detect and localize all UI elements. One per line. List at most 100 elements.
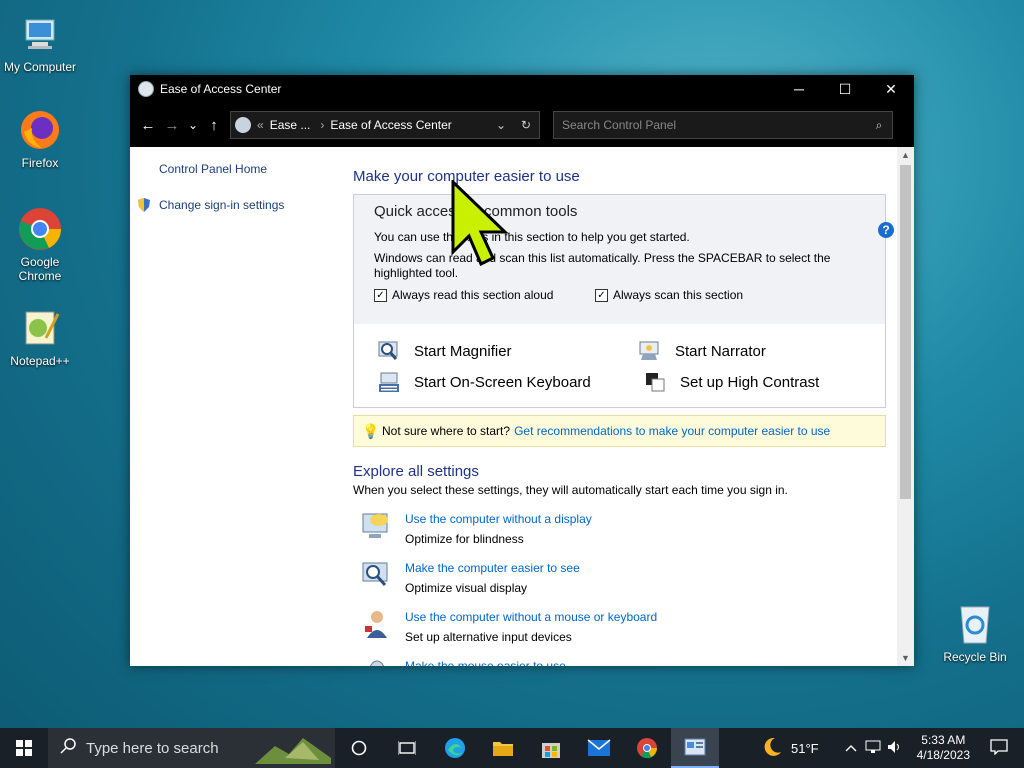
desktop-icon-recycle-bin[interactable]: Recycle Bin bbox=[935, 600, 1015, 664]
start-onscreen-keyboard-button[interactable]: Start On-Screen Keyboard bbox=[378, 371, 591, 393]
notifications-icon[interactable] bbox=[990, 738, 1008, 758]
control-panel-home-link[interactable]: Control Panel Home bbox=[159, 162, 267, 176]
magnifier-icon bbox=[378, 340, 400, 362]
start-button[interactable] bbox=[0, 728, 48, 768]
easier-to-see-link[interactable]: Make the computer easier to see bbox=[405, 559, 580, 577]
breadcrumb-ease[interactable]: Ease ... bbox=[270, 118, 311, 132]
recommendations-tip: 💡 Not sure where to start? Get recommend… bbox=[353, 415, 886, 447]
forward-button[interactable]: → bbox=[160, 111, 184, 139]
tool-label: Start Narrator bbox=[675, 342, 766, 360]
search-highlight-icon bbox=[255, 732, 331, 768]
scroll-down-arrow[interactable]: ▼ bbox=[897, 650, 914, 666]
get-recommendations-link[interactable]: Get recommendations to make your compute… bbox=[514, 424, 830, 438]
weather-temperature[interactable]: 51°F bbox=[791, 741, 819, 756]
chevron-up-icon[interactable] bbox=[845, 741, 857, 755]
taskbar: Type here to search 51°F 5:33 AM 4/18/20… bbox=[0, 728, 1024, 768]
desktop-icon-my-computer[interactable]: My Computer bbox=[0, 10, 80, 74]
monitor-magnifier-icon bbox=[361, 559, 393, 591]
setting-mouse-easier: Make the mouse easier to use bbox=[361, 657, 566, 666]
back-button[interactable]: ← bbox=[136, 111, 160, 139]
taskbar-edge[interactable] bbox=[431, 728, 479, 768]
help-icon[interactable]: ? bbox=[878, 222, 894, 238]
tool-label: Start Magnifier bbox=[414, 342, 512, 360]
minimize-button[interactable]: ─ bbox=[776, 75, 822, 103]
taskbar-store[interactable] bbox=[527, 728, 575, 768]
chrome-icon bbox=[637, 738, 657, 759]
window-title: Ease of Access Center bbox=[160, 82, 282, 96]
checkbox-label: Always scan this section bbox=[613, 288, 744, 302]
quick-access-scan-info: Windows can read and scan this list auto… bbox=[374, 251, 831, 265]
recent-locations-button[interactable]: ⌄ bbox=[184, 111, 202, 139]
scroll-up-arrow[interactable]: ▲ bbox=[897, 147, 914, 163]
without-mouse-keyboard-link[interactable]: Use the computer without a mouse or keyb… bbox=[405, 608, 657, 626]
tools-section: Start Magnifier Start Narrator Start On-… bbox=[353, 324, 886, 408]
search-icon[interactable]: ⌕ bbox=[866, 118, 892, 133]
quick-access-section: Quick access to common tools You can use… bbox=[353, 194, 886, 326]
weather-moon-icon[interactable] bbox=[761, 736, 783, 761]
without-mouse-keyboard-desc: Set up alternative input devices bbox=[405, 630, 572, 644]
clock-time: 5:33 AM bbox=[921, 733, 966, 747]
without-display-desc: Optimize for blindness bbox=[405, 532, 524, 546]
close-button[interactable]: ✕ bbox=[868, 75, 914, 103]
quick-access-intro: You can use the tools in this section to… bbox=[374, 230, 690, 244]
recycle-bin-icon bbox=[951, 600, 999, 648]
taskbar-mail[interactable] bbox=[575, 728, 623, 768]
overflow-chevron[interactable]: « bbox=[257, 118, 264, 132]
task-view-button[interactable] bbox=[383, 728, 431, 768]
shield-icon bbox=[137, 197, 151, 216]
ease-of-access-window: Ease of Access Center ─ ☐ ✕ ← → ⌄ ↑ « Ea… bbox=[130, 75, 914, 666]
breadcrumb-ease-of-access-center[interactable]: Ease of Access Center bbox=[330, 118, 479, 132]
left-pane: Control Panel Home Change sign-in settin… bbox=[130, 147, 335, 666]
search-control-panel-input[interactable]: Search Control Panel ⌕ bbox=[553, 111, 893, 139]
address-bar[interactable]: « Ease ... › Ease of Access Center ⌄ ↻ bbox=[230, 111, 540, 139]
desktop-icon-notepadpp[interactable]: Notepad++ bbox=[0, 304, 80, 368]
taskbar-search-placeholder: Type here to search bbox=[86, 739, 219, 757]
mouse-easier-link[interactable]: Make the mouse easier to use bbox=[405, 657, 566, 666]
refresh-icon[interactable]: ↻ bbox=[513, 118, 539, 132]
clock[interactable]: 5:33 AM 4/18/2023 bbox=[917, 733, 970, 763]
title-bar[interactable]: Ease of Access Center ─ ☐ ✕ bbox=[130, 75, 914, 103]
vertical-scrollbar[interactable]: ▲ ▼ bbox=[897, 147, 914, 666]
mouse-icon bbox=[361, 657, 393, 666]
tool-label: Start On-Screen Keyboard bbox=[414, 373, 591, 391]
always-read-checkbox[interactable]: ✓ Always read this section aloud bbox=[374, 288, 553, 302]
keyboard-icon bbox=[378, 371, 400, 393]
checkbox-checked-icon: ✓ bbox=[374, 288, 387, 302]
start-magnifier-button[interactable]: Start Magnifier bbox=[378, 340, 512, 362]
breadcrumb-separator[interactable]: › bbox=[320, 118, 324, 132]
network-icon[interactable] bbox=[865, 740, 881, 757]
easier-to-see-desc: Optimize visual display bbox=[405, 581, 528, 595]
up-button[interactable]: ↑ bbox=[202, 111, 226, 139]
taskbar-file-explorer[interactable] bbox=[479, 728, 527, 768]
desktop-icon-firefox[interactable]: Firefox bbox=[0, 106, 80, 170]
taskbar-control-panel-active[interactable] bbox=[671, 728, 719, 768]
without-display-link[interactable]: Use the computer without a display bbox=[405, 510, 592, 528]
quick-access-scan-info-2: highlighted tool. bbox=[374, 266, 459, 280]
change-signin-settings-link[interactable]: Change sign-in settings bbox=[159, 198, 284, 212]
display-speech-icon bbox=[361, 510, 393, 542]
content-area: Control Panel Home Change sign-in settin… bbox=[130, 147, 914, 666]
start-narrator-button[interactable]: Start Narrator bbox=[639, 340, 766, 362]
system-tray: 51°F 5:33 AM 4/18/2023 bbox=[761, 728, 1024, 768]
mail-icon bbox=[587, 739, 611, 756]
tool-label: Set up High Contrast bbox=[680, 373, 820, 391]
desktop-icon-chrome[interactable]: Google Chrome bbox=[0, 205, 80, 283]
narrator-icon bbox=[639, 340, 661, 362]
taskbar-search-box[interactable]: Type here to search bbox=[48, 728, 335, 768]
chrome-icon bbox=[16, 205, 64, 253]
control-panel-icon bbox=[235, 117, 251, 133]
volume-icon[interactable] bbox=[887, 740, 903, 757]
taskbar-chrome[interactable] bbox=[623, 728, 671, 768]
person-icon bbox=[361, 608, 393, 640]
search-icon bbox=[60, 738, 76, 758]
cortana-button[interactable] bbox=[335, 728, 383, 768]
scrollbar-thumb[interactable] bbox=[900, 165, 911, 499]
address-dropdown-icon[interactable]: ⌄ bbox=[489, 118, 513, 132]
tip-text: Not sure where to start? bbox=[382, 424, 511, 438]
folder-icon bbox=[493, 742, 513, 756]
control-panel-icon bbox=[684, 738, 706, 756]
always-scan-checkbox[interactable]: ✓ Always scan this section bbox=[595, 288, 743, 302]
setup-high-contrast-button[interactable]: Set up High Contrast bbox=[644, 371, 819, 393]
maximize-button[interactable]: ☐ bbox=[822, 75, 868, 103]
desktop-icon-label: Recycle Bin bbox=[943, 650, 1007, 664]
